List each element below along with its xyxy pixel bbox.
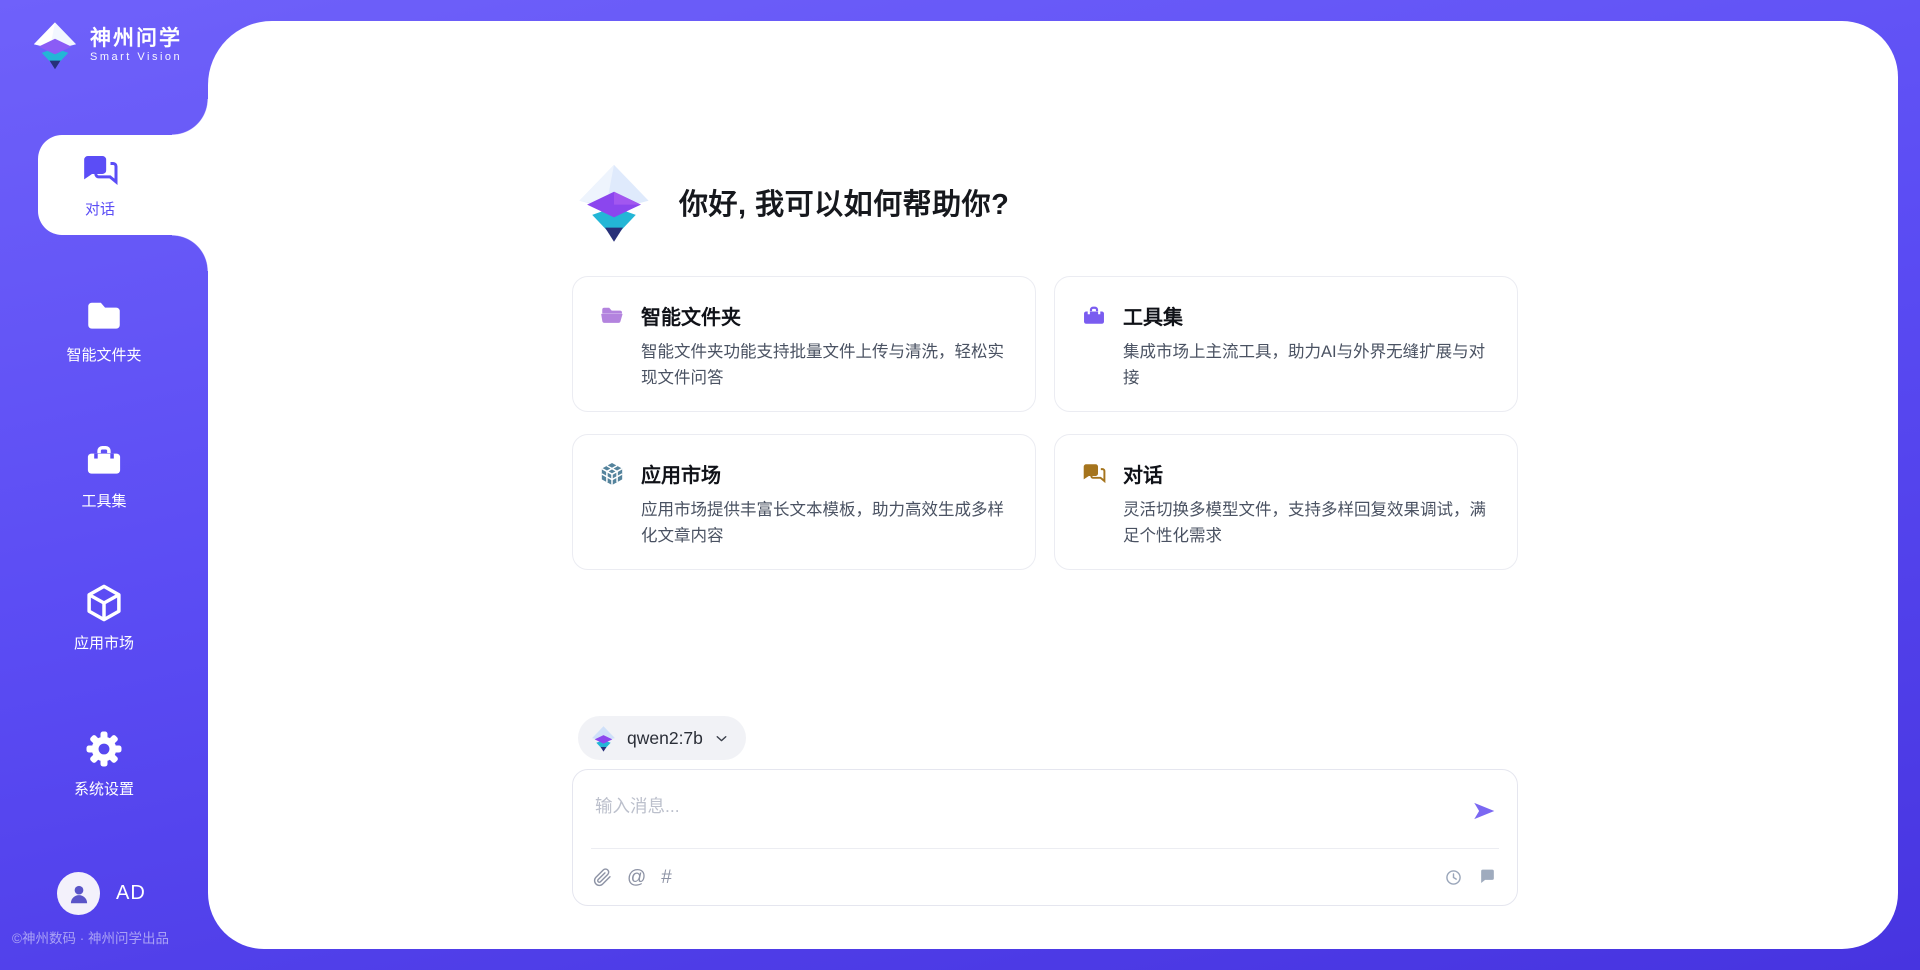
- conversation-button[interactable]: [1478, 868, 1497, 887]
- sidebar-item-label: 智能文件夹: [66, 344, 141, 365]
- message-input[interactable]: [595, 786, 1445, 826]
- greeting-row: 你好, 我可以如何帮助你?: [573, 161, 1009, 243]
- paperclip-icon: [593, 868, 612, 887]
- sidebar-item-label: 系统设置: [74, 778, 134, 799]
- brand-diamond-icon: [590, 725, 617, 752]
- sidebar-item-toolset[interactable]: 工具集: [0, 440, 208, 511]
- brand-diamond-icon: [30, 20, 80, 70]
- chat-input-card: @ #: [572, 769, 1518, 906]
- cube-icon: [83, 582, 125, 624]
- history-clock-icon: [1444, 868, 1463, 887]
- main-content-panel: 你好, 我可以如何帮助你? 智能文件夹 智能文件夹功能支持批量文件上传与清洗，轻…: [208, 21, 1898, 949]
- at-icon: @: [627, 868, 646, 887]
- folder-open-icon: [599, 303, 625, 329]
- topic-button[interactable]: #: [661, 868, 672, 887]
- send-button[interactable]: [1471, 798, 1497, 824]
- brand-subtitle: Smart Vision: [90, 51, 182, 64]
- card-title: 应用市场: [641, 459, 721, 488]
- card-toolset[interactable]: 工具集 集成市场上主流工具，助力AI与外界无缝扩展与对接: [1054, 276, 1518, 412]
- chevron-down-icon: [713, 730, 730, 747]
- input-toolbar: @ #: [573, 849, 1517, 905]
- avatar: [57, 872, 100, 915]
- chat-icon: [1081, 461, 1107, 487]
- user-account[interactable]: AD: [57, 872, 146, 915]
- sidebar-item-app-market[interactable]: 应用市场: [0, 582, 208, 653]
- card-smart-folder[interactable]: 智能文件夹 智能文件夹功能支持批量文件上传与清洗，轻松实现文件问答: [572, 276, 1036, 412]
- model-selector[interactable]: qwen2:7b: [578, 716, 746, 760]
- greeting-title: 你好, 我可以如何帮助你?: [679, 181, 1009, 223]
- card-title: 工具集: [1123, 301, 1183, 330]
- brand-name: 神州问学: [90, 27, 182, 51]
- card-title: 对话: [1123, 459, 1163, 488]
- card-description: 集成市场上主流工具，助力AI与外界无缝扩展与对接: [1123, 340, 1493, 391]
- person-icon: [66, 881, 92, 907]
- mention-button[interactable]: @: [627, 868, 646, 887]
- history-button[interactable]: [1444, 868, 1463, 887]
- gear-icon: [83, 728, 125, 770]
- brand-diamond-icon: [573, 161, 655, 243]
- send-icon: [1471, 798, 1497, 824]
- sidebar-item-label: 应用市场: [74, 632, 134, 653]
- user-initials: AD: [116, 882, 146, 905]
- card-description: 灵活切换多模型文件，支持多样回复效果调试，满足个性化需求: [1123, 498, 1493, 549]
- card-description: 应用市场提供丰富长文本模板，助力高效生成多样化文章内容: [641, 498, 1011, 549]
- sidebar-item-label: 对话: [85, 198, 115, 219]
- toolbox-icon: [83, 440, 125, 482]
- brand: 神州问学 Smart Vision: [30, 20, 182, 70]
- toolbox-icon: [1081, 303, 1107, 329]
- cube-grid-icon: [599, 461, 625, 487]
- card-title: 智能文件夹: [641, 301, 741, 330]
- feature-cards: 智能文件夹 智能文件夹功能支持批量文件上传与清洗，轻松实现文件问答 工具集 集成…: [572, 276, 1518, 570]
- chat-icon: [80, 151, 120, 191]
- folder-icon: [83, 294, 125, 336]
- copyright-text: ©神州数码 · 神州问学出品: [12, 927, 208, 947]
- card-chat[interactable]: 对话 灵活切换多模型文件，支持多样回复效果调试，满足个性化需求: [1054, 434, 1518, 570]
- attach-button[interactable]: [593, 868, 612, 887]
- card-description: 智能文件夹功能支持批量文件上传与清洗，轻松实现文件问答: [641, 340, 1011, 391]
- message-bubble-icon: [1478, 868, 1497, 887]
- sidebar: 神州问学 Smart Vision 对话 智能文件夹 工具集: [0, 0, 208, 970]
- sidebar-item-label: 工具集: [81, 490, 126, 511]
- hash-icon: #: [661, 868, 672, 887]
- sidebar-item-chat[interactable]: 对话: [38, 135, 208, 235]
- card-app-market[interactable]: 应用市场 应用市场提供丰富长文本模板，助力高效生成多样化文章内容: [572, 434, 1036, 570]
- sidebar-item-settings[interactable]: 系统设置: [0, 728, 208, 799]
- model-name: qwen2:7b: [627, 728, 703, 749]
- sidebar-item-smart-folder[interactable]: 智能文件夹: [0, 294, 208, 365]
